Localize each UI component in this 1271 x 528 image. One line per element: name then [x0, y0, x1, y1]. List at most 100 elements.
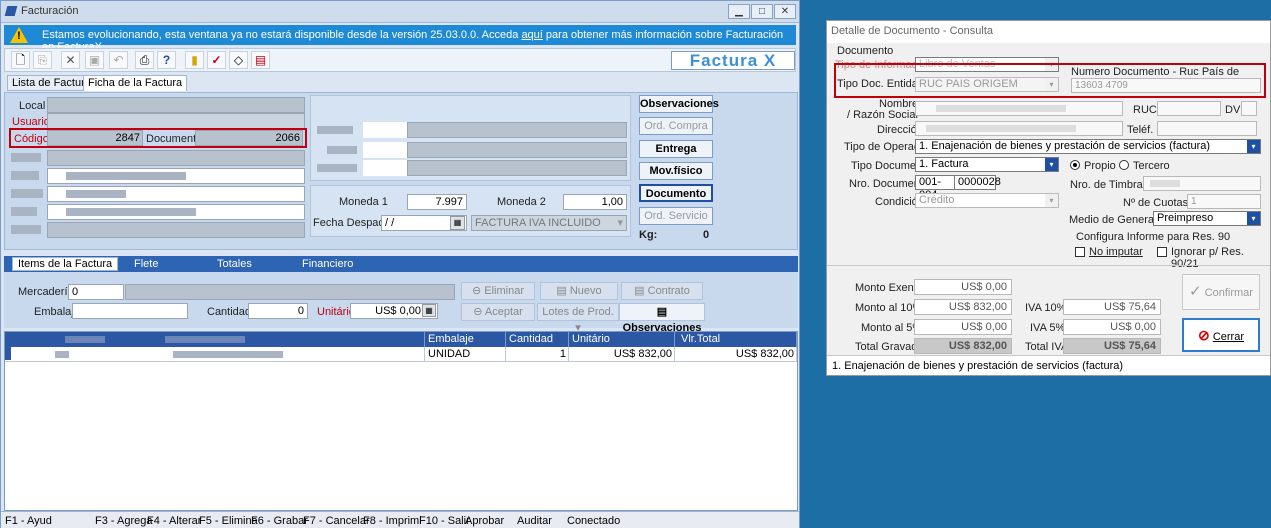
ignorar-res90-checkbox[interactable]	[1157, 247, 1167, 257]
documento-field: 2066	[195, 130, 303, 146]
ord-servicio-button[interactable]: Ord. Servicio	[639, 207, 713, 225]
mercaderia-field[interactable]: 0	[68, 284, 124, 300]
cerrar-button[interactable]: ⊘ Cerrar	[1182, 318, 1260, 352]
save-icon[interactable]: ▣	[85, 51, 104, 69]
contrato-button[interactable]: ▤ Contrato	[621, 282, 703, 300]
confirmar-button[interactable]: ✓ Confirmar	[1182, 274, 1260, 310]
window-title: Facturación	[21, 5, 79, 17]
delete-icon[interactable]: ✕	[61, 51, 80, 69]
grid-cell-vlrtotal[interactable]: US$ 832,00	[675, 347, 797, 362]
iva-select[interactable]: FACTURA IVA INCLUIDO ▾	[471, 215, 627, 231]
tipo-doc-entidad-select[interactable]: RUC PAIS ORIGEM ▾	[915, 77, 1059, 92]
iva5-field: US$ 0,00	[1063, 319, 1161, 335]
observaciones-items-button[interactable]: ▤ Observaciones	[619, 303, 705, 334]
maximize-button[interactable]: □	[751, 4, 773, 19]
status-f6[interactable]: F6 - Grabar	[251, 515, 308, 527]
calculator-icon[interactable]: ▦	[422, 304, 436, 317]
tab-totales[interactable]: Totales	[217, 258, 252, 270]
cantidad-label: Cantidad	[207, 306, 252, 318]
nro-documento-numero-field[interactable]: 0000028	[954, 175, 1001, 190]
exit-icon[interactable]: ▮	[185, 51, 204, 69]
usuario-label: Usuario	[12, 116, 50, 128]
eliminar-button[interactable]: ⊖ Eliminar	[461, 282, 535, 300]
iva10-label: IVA 10%	[1025, 302, 1067, 314]
approve-check-icon[interactable]: ✓	[207, 51, 226, 69]
razon-social-label: / Razón Social	[847, 109, 918, 121]
observaciones-button[interactable]: Observaciones	[639, 95, 719, 113]
tipo-operacion-select[interactable]: 1. Enajenación de bienes y prestación de…	[915, 139, 1261, 154]
toolbar: 🗋 ⎘ ✕ ▣ ↶ ⎙ ? ▮ ✓ ◇ ▤ Factura X	[4, 48, 796, 72]
grid-header-embalaje[interactable]: Embalaje	[425, 332, 506, 347]
print-icon[interactable]: ⎙	[135, 51, 154, 69]
title-bar: Facturación ▁ □ ✕	[1, 1, 799, 23]
grid-cell-cantidad[interactable]: 1	[506, 347, 569, 362]
medio-generacion-select[interactable]: Preimpreso ▾	[1153, 211, 1261, 226]
banner-link[interactable]: aquí	[521, 29, 542, 41]
grid-header-redacted	[5, 332, 425, 347]
moneda1-field[interactable]: 7.997	[407, 194, 467, 210]
status-f10[interactable]: F10 - Salir	[419, 515, 470, 527]
close-button[interactable]: ✕	[774, 4, 796, 19]
tab-items[interactable]: Items de la Factura	[12, 257, 119, 271]
documento-button[interactable]: Documento	[639, 184, 713, 202]
status-f7[interactable]: F7 - Cancelar	[303, 515, 370, 527]
redacted-label	[11, 153, 41, 162]
no-imputar-checkbox[interactable]	[1075, 247, 1085, 257]
mercaderia-desc-field	[125, 284, 455, 300]
nuevo-button[interactable]: ▤ Nuevo	[540, 282, 618, 300]
minimize-button[interactable]: ▁	[728, 4, 750, 19]
iva5-label: IVA 5%	[1030, 322, 1066, 334]
grid-header-unitario[interactable]: Unitário	[569, 332, 675, 347]
condicion-select[interactable]: Crédito ▾	[915, 193, 1059, 208]
embalaje-field[interactable]	[72, 303, 188, 319]
status-f1[interactable]: F1 - Ayud	[5, 515, 52, 527]
monto5-field: US$ 0,00	[914, 319, 1012, 335]
tab-flete[interactable]: Flete	[134, 258, 158, 270]
tab-financiero[interactable]: Financiero	[302, 258, 353, 270]
briefcase-icon[interactable]: ▤	[251, 51, 270, 69]
lotes-button[interactable]: Lotes de Prod. ▾	[537, 303, 619, 334]
calendar-icon[interactable]: ▦	[450, 216, 465, 230]
redacted-label	[11, 225, 41, 234]
kg-value: 0	[703, 229, 710, 241]
eraser-icon[interactable]: ◇	[229, 51, 248, 69]
copy-icon[interactable]: ⎘	[33, 51, 52, 69]
entrega-button[interactable]: Entrega	[639, 140, 713, 158]
tipo-documento-select[interactable]: 1. Factura ▾	[915, 157, 1059, 172]
mov-fisico-button[interactable]: Mov.físico	[639, 162, 713, 180]
redacted-field	[47, 150, 305, 166]
grid-cell-unitario[interactable]: US$ 832,00	[569, 347, 675, 362]
monto-exento-label: Monto Exento	[855, 282, 923, 294]
moneda1-label: Moneda 1	[339, 196, 388, 208]
new-document-icon[interactable]: 🗋	[11, 51, 30, 69]
aceptar-button[interactable]: ⊖ Aceptar	[461, 303, 535, 321]
undo-icon[interactable]: ↶	[109, 51, 128, 69]
moneda2-field[interactable]: 1,00	[563, 194, 627, 210]
tab-ficha-factura[interactable]: Ficha de la Factura	[83, 75, 188, 91]
ord-compra-button[interactable]: Ord. Compra	[639, 117, 713, 135]
moneda2-label: Moneda 2	[497, 196, 546, 208]
cantidad-field[interactable]: 0	[248, 303, 308, 319]
grid-cell-redacted[interactable]	[5, 347, 425, 362]
status-f4[interactable]: F4 - Alterar	[147, 515, 201, 527]
grid-cell-embalaje[interactable]: UNIDAD	[425, 347, 506, 362]
grid-header-cantidad[interactable]: Cantidad	[506, 332, 569, 347]
status-f5[interactable]: F5 - Elimina	[199, 515, 258, 527]
grid-header-vlrtotal[interactable]: Vlr.Total	[675, 332, 797, 347]
dialog-status: 1. Enajenación de bienes y prestación de…	[827, 355, 1270, 375]
local-field	[47, 97, 305, 113]
num-doc-field[interactable]: 13603 4709	[1071, 78, 1261, 93]
nro-documento-serie-field[interactable]: 001-004	[915, 175, 955, 201]
help-icon[interactable]: ?	[157, 51, 176, 69]
top-tabbar: Lista de Facturas Ficha de la Factura	[4, 75, 798, 92]
status-f8[interactable]: F8 - Imprimi	[363, 515, 422, 527]
warning-icon: !	[10, 27, 28, 43]
status-auditar[interactable]: Auditar	[517, 515, 552, 527]
propio-radio[interactable]	[1070, 160, 1080, 170]
check-icon: ✓	[1189, 283, 1202, 300]
tercero-radio[interactable]	[1119, 160, 1129, 170]
status-aprobar[interactable]: Aprobar	[465, 515, 504, 527]
telef-label: Teléf.	[1127, 124, 1154, 136]
status-f3[interactable]: F3 - Agrega	[95, 515, 152, 527]
nombre-field	[915, 101, 1123, 116]
